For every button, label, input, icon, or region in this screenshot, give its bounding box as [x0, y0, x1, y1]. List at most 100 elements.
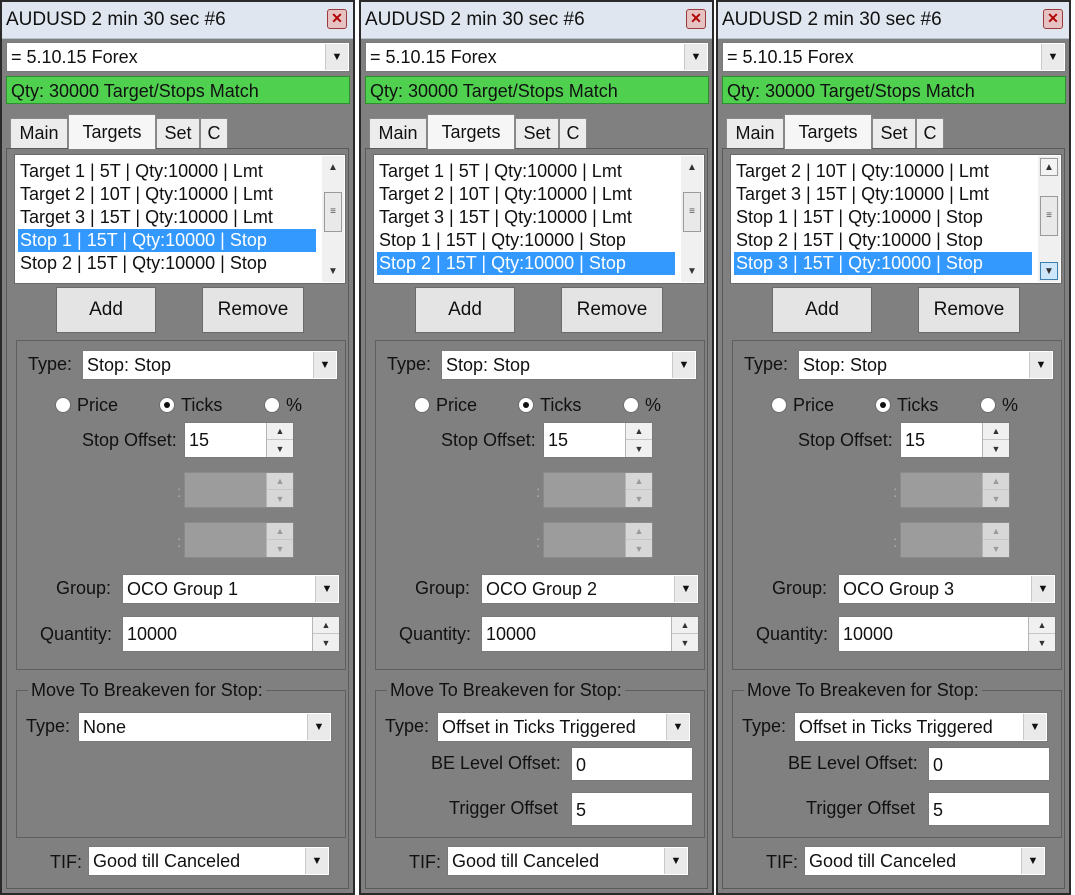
list-scrollbar[interactable]: ▲ ≡ ▼	[681, 156, 703, 282]
add-button[interactable]: Add	[772, 287, 872, 333]
tab-set[interactable]: Set	[156, 118, 200, 148]
scroll-down-icon[interactable]: ▼	[683, 262, 701, 280]
tab-targets[interactable]: Targets	[68, 114, 156, 149]
tab-c[interactable]: C	[200, 118, 228, 148]
radio-ticks[interactable]	[518, 397, 534, 413]
chevron-down-icon[interactable]: ▼	[674, 576, 697, 602]
close-icon[interactable]: ✕	[327, 9, 347, 29]
be-type-dropdown[interactable]: None ▼	[78, 712, 332, 742]
scroll-up-icon[interactable]: ▲	[1040, 158, 1058, 176]
be-level-input[interactable]: 0	[571, 747, 693, 781]
spin-up-icon[interactable]: ▲	[267, 423, 293, 440]
chevron-down-icon[interactable]: ▼	[305, 848, 328, 874]
close-icon[interactable]: ✕	[686, 9, 706, 29]
list-item[interactable]: Target 2 | 10T | Qty:10000 | Lmt	[734, 160, 1032, 183]
list-item[interactable]: Stop 1 | 15T | Qty:10000 | Stop	[377, 229, 675, 252]
trigger-offset-input[interactable]: 5	[571, 792, 693, 826]
type-dropdown[interactable]: Stop: Stop ▼	[441, 350, 697, 380]
chevron-down-icon[interactable]: ▼	[664, 848, 687, 874]
list-item[interactable]: Target 1 | 5T | Qty:10000 | Lmt	[377, 160, 675, 183]
list-item[interactable]: Target 1 | 5T | Qty:10000 | Lmt	[18, 160, 316, 183]
stop-offset-input[interactable]: 15 ▲ ▼	[184, 422, 294, 458]
chevron-down-icon[interactable]: ▼	[1029, 352, 1052, 378]
orders-list[interactable]: Target 1 | 5T | Qty:10000 | Lmt Target 2…	[14, 154, 346, 284]
quantity-input[interactable]: 10000 ▲ ▼	[481, 616, 699, 652]
tif-dropdown[interactable]: Good till Canceled ▼	[447, 846, 689, 876]
tab-c[interactable]: C	[916, 118, 944, 148]
remove-button[interactable]: Remove	[918, 287, 1020, 333]
scroll-down-icon[interactable]: ▼	[324, 262, 342, 280]
spin-up-icon[interactable]: ▲	[672, 617, 698, 634]
chevron-down-icon[interactable]: ▼	[313, 352, 336, 378]
list-scrollbar[interactable]: ▲ ≡ ▼	[1038, 156, 1060, 282]
strategy-dropdown[interactable]: = 5.10.15 Forex ▼	[365, 42, 709, 72]
group-dropdown[interactable]: OCO Group 1 ▼	[122, 574, 340, 604]
scroll-up-icon[interactable]: ▲	[683, 158, 701, 176]
list-item-selected[interactable]: Stop 3 | 15T | Qty:10000 | Stop	[734, 252, 1032, 275]
scroll-up-icon[interactable]: ▲	[324, 158, 342, 176]
list-item-selected[interactable]: Stop 1 | 15T | Qty:10000 | Stop	[18, 229, 316, 252]
scroll-thumb[interactable]: ≡	[683, 192, 701, 232]
title-bar[interactable]: AUDUSD 2 min 30 sec #6 ✕	[718, 2, 1069, 39]
type-dropdown[interactable]: Stop: Stop ▼	[798, 350, 1054, 380]
list-item[interactable]: Stop 2 | 15T | Qty:10000 | Stop	[18, 252, 316, 275]
strategy-dropdown[interactable]: = 5.10.15 Forex ▼	[6, 42, 350, 72]
spin-down-icon[interactable]: ▼	[1029, 634, 1055, 651]
scroll-thumb[interactable]: ≡	[324, 192, 342, 232]
chevron-down-icon[interactable]: ▼	[307, 714, 330, 740]
stop-offset-input[interactable]: 15 ▲ ▼	[900, 422, 1010, 458]
trigger-offset-input[interactable]: 5	[928, 792, 1050, 826]
remove-button[interactable]: Remove	[202, 287, 304, 333]
tab-targets[interactable]: Targets	[427, 114, 515, 149]
list-item[interactable]: Target 3 | 15T | Qty:10000 | Lmt	[18, 206, 316, 229]
list-item[interactable]: Target 3 | 15T | Qty:10000 | Lmt	[734, 183, 1032, 206]
stop-offset-input[interactable]: 15 ▲ ▼	[543, 422, 653, 458]
tab-main[interactable]: Main	[369, 118, 427, 148]
list-item[interactable]: Stop 1 | 15T | Qty:10000 | Stop	[734, 206, 1032, 229]
group-dropdown[interactable]: OCO Group 2 ▼	[481, 574, 699, 604]
spin-down-icon[interactable]: ▼	[672, 634, 698, 651]
tab-c[interactable]: C	[559, 118, 587, 148]
list-item[interactable]: Target 2 | 10T | Qty:10000 | Lmt	[377, 183, 675, 206]
chevron-down-icon[interactable]: ▼	[1021, 848, 1044, 874]
spin-down-icon[interactable]: ▼	[267, 440, 293, 457]
spin-up-icon[interactable]: ▲	[313, 617, 339, 634]
chevron-down-icon[interactable]: ▼	[325, 44, 348, 70]
list-item[interactable]: Stop 2 | 15T | Qty:10000 | Stop	[734, 229, 1032, 252]
list-item[interactable]: Target 2 | 10T | Qty:10000 | Lmt	[18, 183, 316, 206]
chevron-down-icon[interactable]: ▼	[672, 352, 695, 378]
list-item-selected[interactable]: Stop 2 | 15T | Qty:10000 | Stop	[377, 252, 675, 275]
quantity-input[interactable]: 10000 ▲ ▼	[838, 616, 1056, 652]
chevron-down-icon[interactable]: ▼	[1023, 714, 1046, 740]
chevron-down-icon[interactable]: ▼	[666, 714, 689, 740]
type-dropdown[interactable]: Stop: Stop ▼	[82, 350, 338, 380]
title-bar[interactable]: AUDUSD 2 min 30 sec #6 ✕	[2, 2, 353, 39]
radio-price[interactable]	[55, 397, 71, 413]
chevron-down-icon[interactable]: ▼	[1031, 576, 1054, 602]
strategy-dropdown[interactable]: = 5.10.15 Forex ▼	[722, 42, 1066, 72]
tab-targets[interactable]: Targets	[784, 114, 872, 149]
spin-up-icon[interactable]: ▲	[1029, 617, 1055, 634]
remove-button[interactable]: Remove	[561, 287, 663, 333]
spin-down-icon[interactable]: ▼	[626, 440, 652, 457]
group-dropdown[interactable]: OCO Group 3 ▼	[838, 574, 1056, 604]
tif-dropdown[interactable]: Good till Canceled ▼	[804, 846, 1046, 876]
be-type-dropdown[interactable]: Offset in Ticks Triggered ▼	[437, 712, 691, 742]
quantity-input[interactable]: 10000 ▲ ▼	[122, 616, 340, 652]
tab-main[interactable]: Main	[10, 118, 68, 148]
radio-price[interactable]	[414, 397, 430, 413]
close-icon[interactable]: ✕	[1043, 9, 1063, 29]
spin-down-icon[interactable]: ▼	[313, 634, 339, 651]
tab-set[interactable]: Set	[872, 118, 916, 148]
add-button[interactable]: Add	[56, 287, 156, 333]
title-bar[interactable]: AUDUSD 2 min 30 sec #6 ✕	[361, 2, 712, 39]
radio-percent[interactable]	[264, 397, 280, 413]
radio-percent[interactable]	[623, 397, 639, 413]
tif-dropdown[interactable]: Good till Canceled ▼	[88, 846, 330, 876]
chevron-down-icon[interactable]: ▼	[315, 576, 338, 602]
chevron-down-icon[interactable]: ▼	[684, 44, 707, 70]
add-button[interactable]: Add	[415, 287, 515, 333]
radio-percent[interactable]	[980, 397, 996, 413]
be-level-input[interactable]: 0	[928, 747, 1050, 781]
radio-ticks[interactable]	[159, 397, 175, 413]
